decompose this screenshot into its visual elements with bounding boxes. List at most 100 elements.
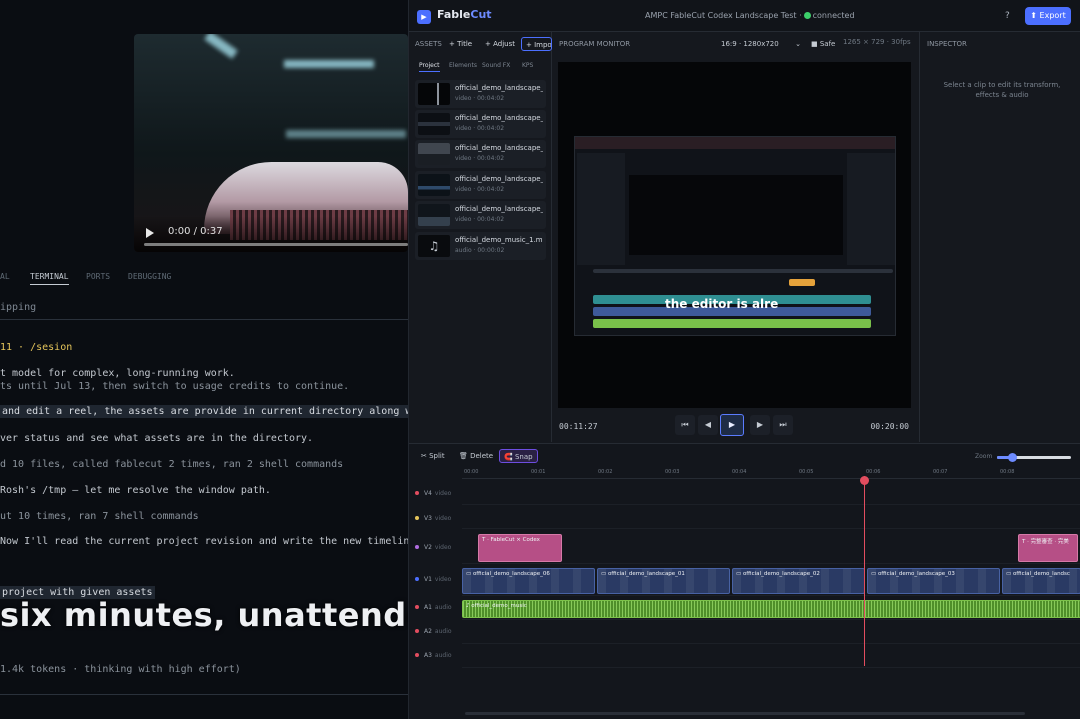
step-forward-button[interactable]: ▶	[750, 415, 770, 435]
help-button[interactable]: ?	[1005, 11, 1010, 21]
title-clip[interactable]: T · 完整審查 · 完美	[1018, 534, 1078, 562]
track-label-v2[interactable]: V2 video	[415, 544, 451, 551]
asset-item[interactable]: official_demo_landscape_ video · 00:04:0…	[415, 171, 546, 199]
track-kind: video	[434, 576, 452, 583]
track-color-dot-icon	[415, 605, 419, 609]
import-button[interactable]: + Impor	[521, 37, 552, 51]
track-id: A1	[424, 604, 432, 611]
split-button[interactable]: ✂ Split	[417, 449, 449, 463]
track-label-v4[interactable]: V4 video	[415, 490, 451, 497]
ceiling-light	[284, 60, 374, 68]
nested-clip	[789, 279, 815, 286]
video-preview[interactable]: 0:00 / 0:37	[134, 34, 408, 252]
tab-kps[interactable]: KPS	[522, 62, 533, 69]
title-clip[interactable]: T · FableCut × Codex	[478, 534, 562, 562]
nested-track	[593, 269, 893, 273]
track-kind: video	[434, 490, 452, 497]
track-color-dot-icon	[415, 491, 419, 495]
zoom-handle[interactable]	[1007, 453, 1017, 462]
asset-name: official_demo_music_1.m	[455, 236, 543, 244]
video-clip[interactable]: ▭ official_demo_landscape_01	[597, 568, 730, 594]
track-row-v2[interactable]: T · FableCut × Codex T · 完整審查 · 完美	[462, 532, 1080, 564]
video-scrubber[interactable]	[144, 243, 408, 246]
audio-clip[interactable]: ♪ official_demo_music	[462, 600, 1080, 618]
tab-terminal[interactable]: TERMINAL	[30, 272, 69, 285]
tab-sound-fx[interactable]: Sound FX	[482, 62, 510, 69]
tab-ports[interactable]: PORTS	[86, 272, 110, 281]
resolution-value: 16:9 · 1280x720	[721, 40, 779, 48]
track-label-a1[interactable]: A1 audio	[415, 604, 452, 611]
assets-panel: ASSETS + Title + Adjust + Impor Project …	[409, 32, 552, 442]
zoom-slider[interactable]	[997, 453, 1071, 462]
track-kind: video	[434, 544, 452, 551]
inspector-hint: Select a clip to edit its transform, eff…	[943, 81, 1061, 99]
video-time: 0:00 / 0:37	[168, 226, 223, 237]
asset-item[interactable]: official_demo_landscape_ video · 00:04:0…	[415, 140, 546, 168]
track-id: V4	[424, 490, 432, 497]
track-label-v1[interactable]: V1 video	[415, 576, 451, 583]
skip-forward-button[interactable]: ⏭	[773, 415, 793, 435]
add-title-button[interactable]: + Title	[445, 37, 476, 51]
asset-item[interactable]: ♫ official_demo_music_1.m audio · 00:00:…	[415, 232, 546, 260]
asset-item[interactable]: official_demo_landscape_ video · 00:04:0…	[415, 201, 546, 229]
track-color-dot-icon	[415, 545, 419, 549]
video-clip[interactable]: ▭ official_demo_landscape_02	[732, 568, 865, 594]
timeline-panel: ✂ Split 🗑 Delete 🧲 Snap Zoom 00:00 00:01…	[409, 443, 1080, 719]
track-row-v3[interactable]	[462, 507, 1080, 529]
inspector-heading: INSPECTOR	[927, 40, 967, 48]
play-icon[interactable]	[146, 228, 154, 238]
monitor-heading: PROGRAM MONITOR	[559, 40, 631, 48]
asset-item[interactable]: official_demo_landscape_ video · 00:04:0…	[415, 80, 546, 108]
playhead[interactable]	[860, 476, 869, 666]
ruler-tick: 00:08	[1000, 469, 1015, 475]
brand-main: Fable	[437, 8, 471, 21]
tab-elements[interactable]: Elements	[449, 62, 477, 69]
track-row-a3[interactable]	[462, 646, 1080, 668]
track-row-v4[interactable]	[462, 483, 1080, 505]
asset-meta: video · 00:04:02	[455, 95, 505, 102]
tab-project[interactable]: Project	[419, 62, 440, 72]
terminal-line: 11 · /sesion	[0, 342, 73, 353]
screen-root: 0:00 / 0:37 AL TERMINAL PORTS DEBUGGING …	[0, 0, 1080, 719]
safe-area-toggle[interactable]: ■ Safe	[811, 37, 835, 51]
timeline-scrollbar[interactable]	[465, 712, 1025, 715]
video-clip[interactable]: ▭ official_demo_landscape_06	[462, 568, 595, 594]
monitor-viewport[interactable]: the editor is alre	[558, 62, 911, 408]
play-button[interactable]: ▶	[720, 414, 744, 436]
tab-partial[interactable]: AL	[0, 272, 10, 281]
track-color-dot-icon	[415, 577, 419, 581]
track-kind: audio	[434, 652, 452, 659]
program-monitor: PROGRAM MONITOR 16:9 · 1280x720 ⌄ ■ Safe…	[553, 32, 919, 442]
playhead-handle[interactable]	[860, 476, 869, 485]
delete-button[interactable]: 🗑 Delete	[455, 449, 497, 463]
step-back-button[interactable]: ◀	[698, 415, 718, 435]
track-id: V3	[424, 515, 432, 522]
ceiling-light	[204, 34, 238, 59]
skip-back-button[interactable]: ⏮	[675, 415, 695, 435]
track-row-v1[interactable]: ▭ official_demo_landscape_06 ▭ official_…	[462, 566, 1080, 596]
resolution-select[interactable]: 16:9 · 1280x720 ⌄	[717, 37, 803, 51]
terminal-line: 1.4k tokens · thinking with high effort)	[0, 664, 241, 675]
project-title: AMPC FableCut Codex Landscape Test · conn…	[645, 11, 855, 20]
video-controls: 0:00 / 0:37	[134, 216, 408, 252]
track-label-a3[interactable]: A3 audio	[415, 652, 452, 659]
asset-meta: video · 00:04:02	[455, 216, 505, 223]
track-row-a2[interactable]	[462, 622, 1080, 644]
asset-thumbnail	[418, 174, 450, 196]
snap-toggle[interactable]: 🧲 Snap	[499, 449, 538, 463]
track-color-dot-icon	[415, 516, 419, 520]
add-adjust-button[interactable]: + Adjust	[481, 37, 519, 51]
video-clip[interactable]: ▭ official_demo_landscape_03	[867, 568, 1000, 594]
tab-debugging[interactable]: DEBUGGING	[128, 272, 171, 281]
asset-meta: audio · 00:00:02	[455, 247, 505, 254]
video-clip[interactable]: ▭ official_demo_landsc	[1002, 568, 1080, 594]
track-label-v3[interactable]: V3 video	[415, 515, 451, 522]
time-ruler[interactable]: 00:00 00:01 00:02 00:03 00:04 00:05 00:0…	[462, 467, 1080, 479]
ruler-tick: 00:06	[866, 469, 881, 475]
asset-item[interactable]: official_demo_landscape_ video · 00:04:0…	[415, 110, 546, 138]
export-button[interactable]: ⬆ Export	[1025, 7, 1071, 25]
track-row-a1[interactable]: ♪ official_demo_music	[462, 598, 1080, 620]
track-label-a2[interactable]: A2 audio	[415, 628, 452, 635]
music-note-icon: ♫	[418, 235, 450, 257]
ruler-tick: 00:05	[799, 469, 814, 475]
